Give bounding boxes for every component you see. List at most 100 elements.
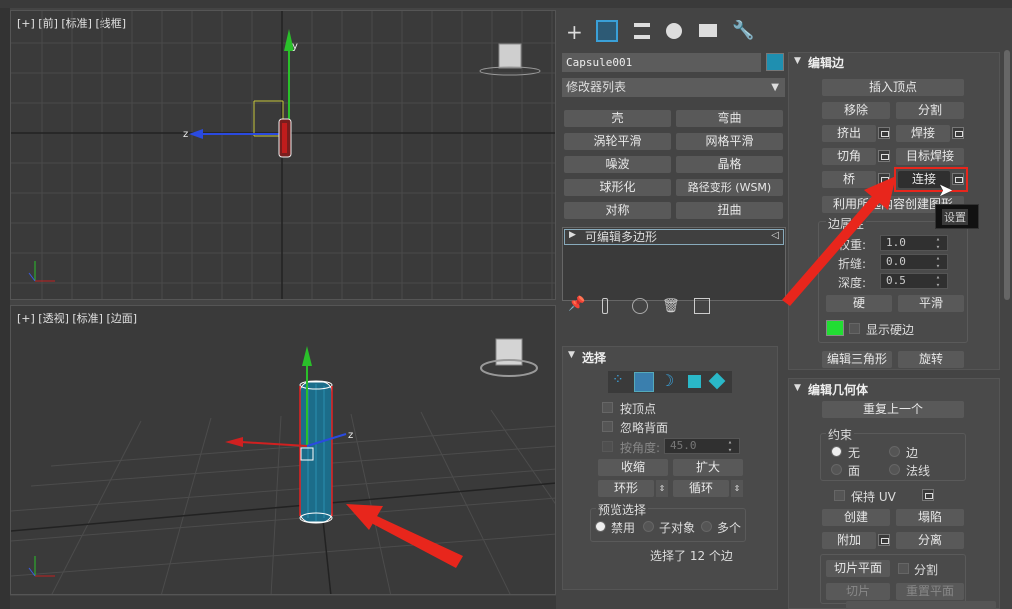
object-name-field[interactable]: Capsule001 [562,53,761,72]
make-unique-icon[interactable] [632,298,648,314]
modifier-button[interactable]: 路径变形 (WSM) [676,179,783,196]
turn-button[interactable]: 旋转 [898,351,964,368]
top-bar [0,0,1012,8]
edit-triangulation-button[interactable]: 编辑三角形 [822,351,892,368]
modifier-list-dropdown[interactable]: 修改器列表 ▼ [562,78,785,97]
weld-settings-icon[interactable] [952,127,964,139]
ignore-backfacing-label: 忽略背面 [620,421,669,435]
modifier-button[interactable]: 对称 [564,202,671,219]
preview-selection-title: 预览选择 [596,501,649,518]
configure-icon[interactable] [694,298,710,314]
element-icon[interactable] [708,372,726,390]
preserve-uv-checkbox[interactable] [834,490,845,501]
create-icon[interactable]: + [566,20,583,44]
angle-spinner[interactable]: 45.0 [664,438,740,454]
modifier-button[interactable]: 涡轮平滑 [564,133,671,150]
annotation-arrow [366,511,463,568]
chamfer-button[interactable]: 切角 [822,148,876,165]
perspective-viewport[interactable]: [+] [透视] [标准] [边面] z [10,305,556,595]
modifier-button[interactable]: 晶格 [676,156,783,173]
subobject-icons: ⁘ ☽ [608,371,732,393]
ring-button[interactable]: 环形 [598,480,654,497]
modifier-button[interactable]: 壳 [564,110,671,127]
constraint-face-label: 面 [848,464,861,478]
modify-icon[interactable] [596,20,618,42]
modifier-button[interactable]: 噪波 [564,156,671,173]
by-vertex-label: 按顶点 [620,402,657,416]
connect-settings-icon[interactable] [952,173,964,185]
insert-vertex-button[interactable]: 插入顶点 [822,79,964,96]
constraint-normal-radio[interactable] [889,464,900,475]
modifier-button[interactable]: 弯曲 [676,110,783,127]
collapse-triangle-icon[interactable]: ▼ [568,350,575,360]
remove-modifier-icon[interactable]: 🗑 [662,298,680,314]
selection-title[interactable]: 选择 [582,349,606,366]
remove-button[interactable]: 移除 [822,102,890,119]
constraint-none-radio[interactable] [831,446,842,457]
extrude-button[interactable]: 挤出 [822,125,876,142]
collapse-triangle-icon[interactable]: ▼ [794,383,801,393]
modifier-list-label: 修改器列表 [566,80,627,94]
pin-icon[interactable]: 📌 [568,296,585,312]
preview-subobject-radio[interactable] [643,521,654,532]
modifier-button[interactable]: 扭曲 [676,202,783,219]
utilities-icon[interactable]: 🔧 [732,20,754,41]
modifier-button[interactable]: 球形化 [564,179,671,196]
by-vertex-checkbox[interactable] [602,402,613,413]
front-viewport[interactable]: [+] [前] [标准] [线框] z y [10,10,556,300]
stack-item[interactable]: ▶ 可编辑多边形 ◁ [564,229,784,245]
vertex-icon[interactable]: ⁘ [612,372,624,388]
weld-button[interactable]: 焊接 [896,125,950,142]
display-icon[interactable] [699,24,717,37]
expand-triangle-icon[interactable]: ▶ [569,230,576,240]
detach-button[interactable]: 分离 [896,532,964,549]
loop-button[interactable]: 循环 [673,480,729,497]
command-panel-scrollbar[interactable] [1004,50,1010,300]
preview-multi-radio[interactable] [701,521,712,532]
chevron-down-icon: ▼ [771,82,779,93]
constraint-none-label: 无 [848,446,861,460]
split-label: 分割 [914,563,939,577]
slice-plane-button[interactable]: 切片平面 [826,560,890,577]
attach-button[interactable]: 附加 [822,532,876,549]
constraint-face-radio[interactable] [831,464,842,475]
reset-plane-button[interactable]: 重置平面 [896,583,964,600]
constraints-title: 约束 [826,426,855,443]
extrude-settings-icon[interactable] [878,127,890,139]
grow-button[interactable]: 扩大 [673,459,743,476]
border-icon[interactable]: ☽ [660,371,674,390]
hard-edge-color-swatch[interactable] [826,320,844,336]
slice-button[interactable]: 切片 [826,583,890,600]
ignore-backfacing-checkbox[interactable] [602,421,613,432]
split-button[interactable]: 分割 [896,102,964,119]
constraint-edge-radio[interactable] [889,446,900,457]
preview-off-radio[interactable] [595,521,606,532]
preserve-uv-settings-icon[interactable] [922,489,934,501]
split-checkbox[interactable] [898,563,909,574]
ring-spinner[interactable]: ⇕ [656,480,668,497]
modifier-button[interactable]: 网格平滑 [676,133,783,150]
chamfer-settings-icon[interactable] [878,150,890,162]
polygon-icon[interactable] [688,375,701,388]
by-angle-checkbox[interactable] [602,441,613,452]
attach-settings-icon[interactable] [878,534,890,546]
edit-geometry-title[interactable]: 编辑几何体 [808,381,868,398]
edit-edges-title[interactable]: 编辑边 [808,54,844,71]
bottom-right-strip [846,601,996,609]
show-hard-checkbox[interactable] [849,323,860,334]
shrink-button[interactable]: 收缩 [598,459,668,476]
edge-icon[interactable] [634,372,654,392]
svg-text:z: z [348,430,353,441]
collapse-triangle-icon[interactable]: ▼ [794,56,801,66]
object-color-swatch[interactable] [766,53,784,71]
motion-icon[interactable] [666,23,682,39]
hierarchy-icon[interactable] [634,23,650,39]
create-button[interactable]: 创建 [822,509,890,526]
target-weld-button[interactable]: 目标焊接 [896,148,964,165]
repeat-last-button[interactable]: 重复上一个 [822,401,964,418]
loop-spinner[interactable]: ⇕ [731,480,743,497]
by-angle-label: 按角度: [620,441,661,455]
collapse-button[interactable]: 塌陷 [896,509,964,526]
show-end-result-icon[interactable] [602,298,608,314]
preserve-uv-label: 保持 UV [851,490,896,504]
